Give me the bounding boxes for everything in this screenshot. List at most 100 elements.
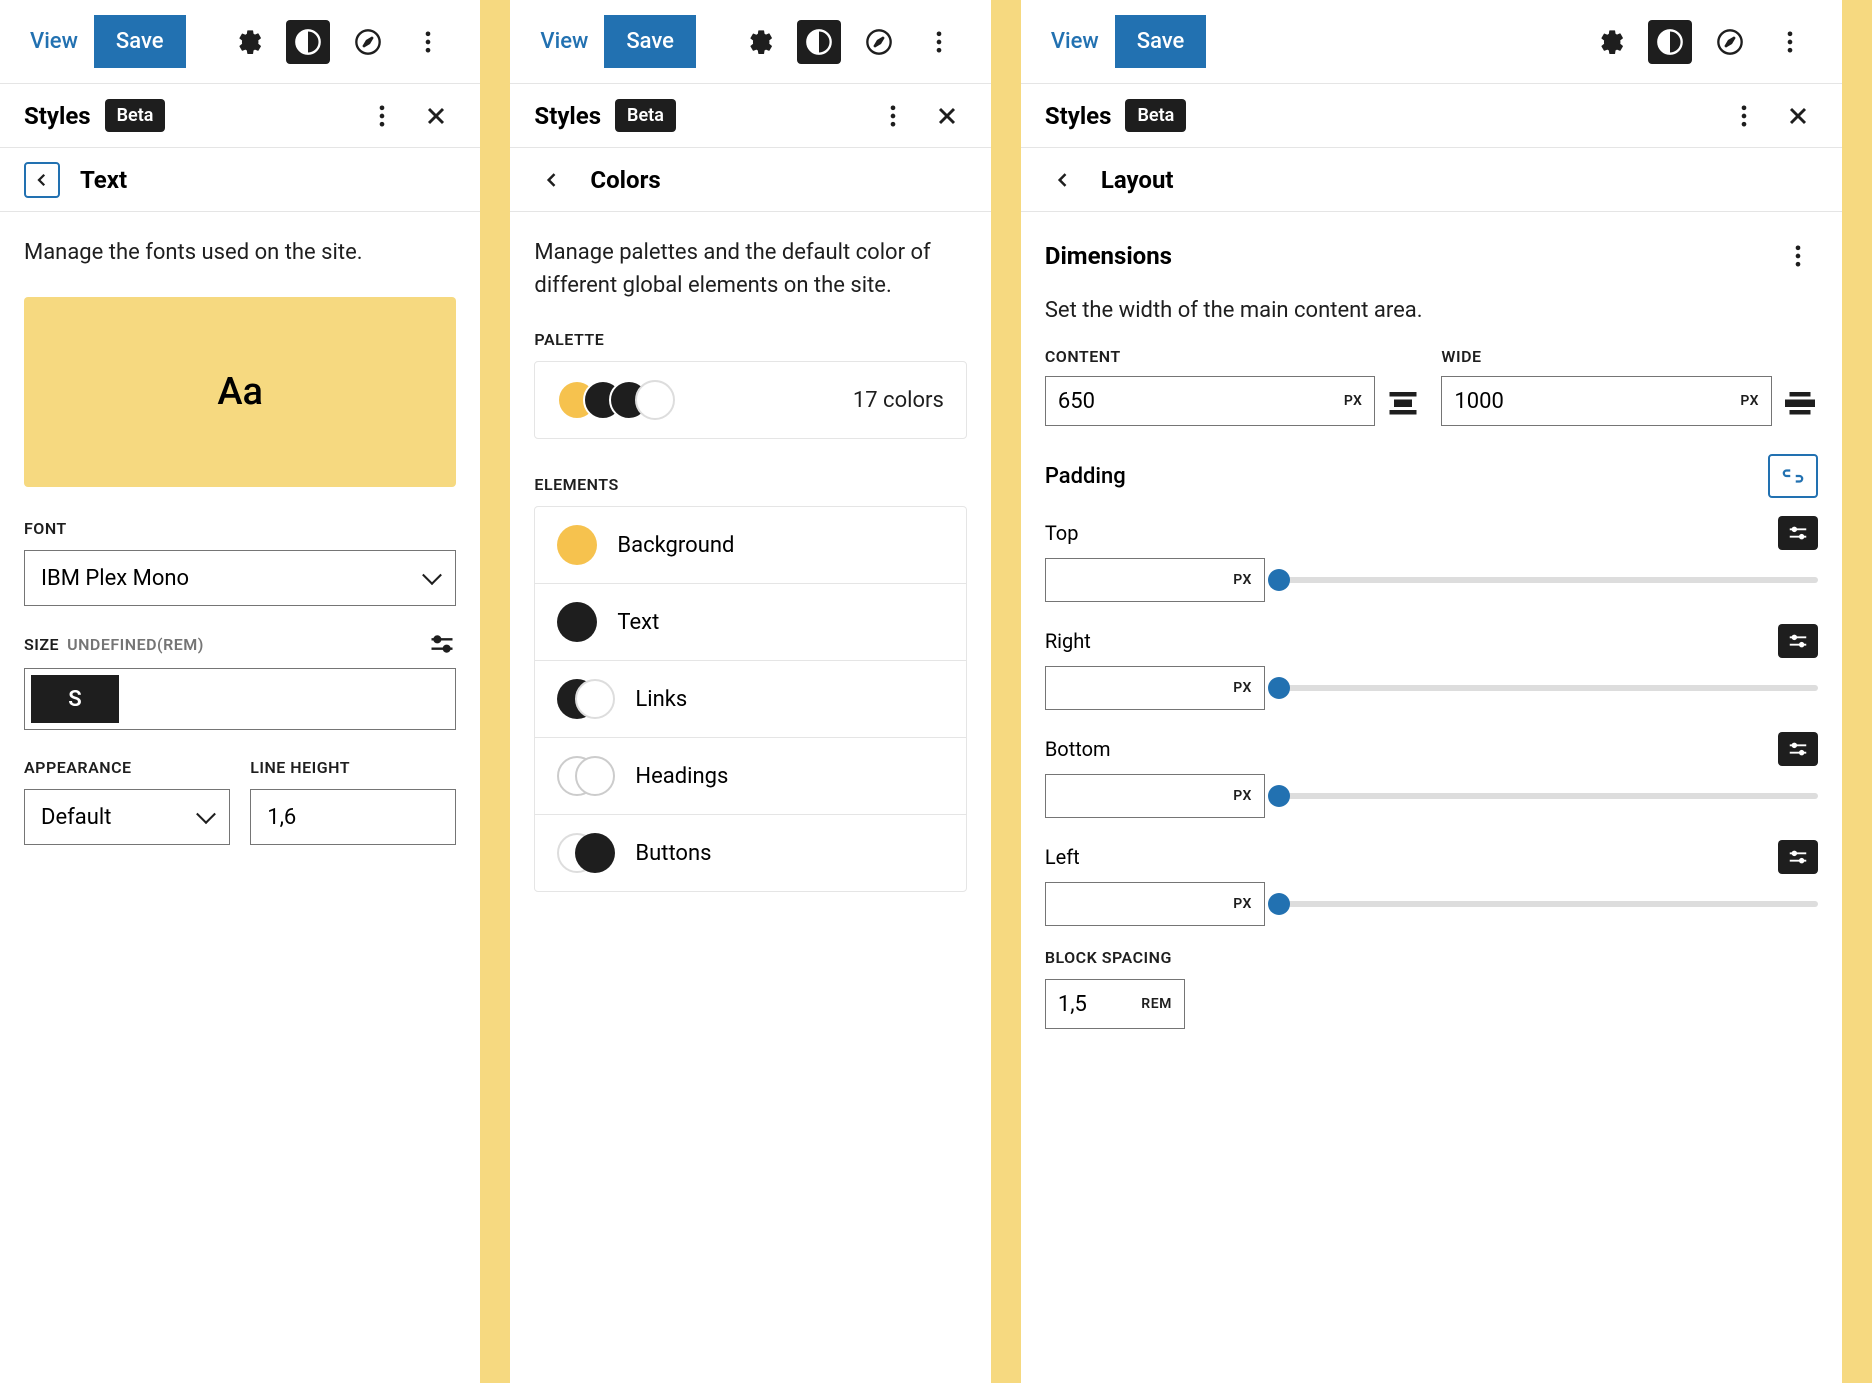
content-width-icon[interactable]: [1385, 383, 1421, 419]
element-label: Buttons: [635, 841, 711, 866]
nav-title: Colors: [590, 166, 660, 194]
view-link[interactable]: View: [1051, 29, 1099, 54]
more-icon[interactable]: [406, 20, 450, 64]
font-label: FONT: [24, 519, 456, 538]
panel-nav: Colors: [510, 148, 990, 212]
save-button[interactable]: Save: [94, 15, 186, 68]
element-links[interactable]: Links: [535, 661, 965, 738]
pad-bottom-slider[interactable]: [1279, 793, 1818, 799]
view-link[interactable]: View: [30, 29, 78, 54]
view-link[interactable]: View: [540, 29, 588, 54]
pad-bottom-input[interactable]: PX: [1045, 774, 1265, 818]
panel-text: View Save Styles Beta Text Manage the fo…: [0, 0, 480, 1383]
size-section: SIZE UNDEFINED(REM): [24, 630, 456, 658]
styles-icon[interactable]: [1648, 20, 1692, 64]
close-icon[interactable]: [927, 96, 967, 136]
dimensions-more-icon[interactable]: [1778, 236, 1818, 276]
panel-layout: View Save Styles Beta Layout Dimensions …: [1021, 0, 1842, 1383]
panel-body: Manage the fonts used on the site. Aa FO…: [0, 212, 480, 1383]
line-height-label: LINE HEIGHT: [250, 758, 456, 777]
block-spacing-label: BLOCK SPACING: [1045, 948, 1818, 967]
more-icon[interactable]: [917, 20, 961, 64]
wide-width-icon[interactable]: [1782, 383, 1818, 419]
color-swatch-icon: [557, 602, 597, 642]
back-button[interactable]: [1045, 162, 1081, 198]
font-select[interactable]: IBM Plex Mono: [24, 550, 456, 606]
panel-more-icon[interactable]: [873, 96, 913, 136]
pad-left-slider[interactable]: [1279, 901, 1818, 907]
element-buttons[interactable]: Buttons: [535, 815, 965, 891]
swatch: [635, 380, 675, 420]
save-button[interactable]: Save: [1115, 15, 1207, 68]
toolbar: View Save: [0, 0, 480, 84]
close-icon[interactable]: [1778, 96, 1818, 136]
panel-more-icon[interactable]: [1724, 96, 1764, 136]
content-input[interactable]: PX: [1045, 376, 1376, 426]
panel-header: Styles Beta: [510, 84, 990, 148]
pad-top-slider[interactable]: [1279, 577, 1818, 583]
link-sides-button[interactable]: [1768, 454, 1818, 498]
nav-title: Text: [80, 166, 127, 194]
line-height-input[interactable]: [250, 789, 456, 845]
settings-icon[interactable]: [1588, 20, 1632, 64]
panel-colors: View Save Styles Beta Colors Manage pale…: [510, 0, 990, 1383]
size-s-button[interactable]: S: [31, 675, 119, 723]
color-swatch-icon: [557, 679, 615, 719]
panel-desc: Manage palettes and the default color of…: [534, 236, 966, 302]
content-label: CONTENT: [1045, 347, 1422, 366]
sliders-icon[interactable]: [1778, 624, 1818, 658]
pad-right-label: Right: [1045, 629, 1091, 653]
size-label: SIZE: [24, 635, 59, 654]
pad-right-input[interactable]: PX: [1045, 666, 1265, 710]
compass-icon[interactable]: [857, 20, 901, 64]
palette-box[interactable]: 17 colors: [534, 361, 966, 439]
block-spacing-input[interactable]: REM: [1045, 979, 1185, 1029]
wide-label: WIDE: [1441, 347, 1818, 366]
toolbar: View Save: [510, 0, 990, 84]
styles-icon[interactable]: [286, 20, 330, 64]
color-swatch-icon: [557, 525, 597, 565]
elements-list: Background Text Links Headings: [534, 506, 966, 892]
toolbar: View Save: [1021, 0, 1842, 84]
size-unit: UNDEFINED(REM): [67, 635, 204, 654]
panel-title: Styles: [24, 102, 91, 130]
close-icon[interactable]: [416, 96, 456, 136]
pad-top-label: Top: [1045, 521, 1079, 545]
nav-title: Layout: [1101, 166, 1174, 194]
element-label: Headings: [635, 764, 728, 789]
panel-header: Styles Beta: [1021, 84, 1842, 148]
settings-icon[interactable]: [737, 20, 781, 64]
panel-title: Styles: [534, 102, 601, 130]
dimensions-desc: Set the width of the main content area.: [1045, 294, 1818, 327]
element-headings[interactable]: Headings: [535, 738, 965, 815]
sliders-icon[interactable]: [1778, 516, 1818, 550]
size-buttons: S: [24, 668, 456, 730]
wide-input[interactable]: PX: [1441, 376, 1772, 426]
pad-top-input[interactable]: PX: [1045, 558, 1265, 602]
pad-left-label: Left: [1045, 845, 1080, 869]
elements-label: ELEMENTS: [534, 475, 966, 494]
compass-icon[interactable]: [1708, 20, 1752, 64]
save-button[interactable]: Save: [604, 15, 696, 68]
compass-icon[interactable]: [346, 20, 390, 64]
back-button[interactable]: [24, 162, 60, 198]
settings-icon[interactable]: [226, 20, 270, 64]
palette-label: PALETTE: [534, 330, 966, 349]
element-text[interactable]: Text: [535, 584, 965, 661]
panel-nav: Layout: [1021, 148, 1842, 212]
back-button[interactable]: [534, 162, 570, 198]
panel-more-icon[interactable]: [362, 96, 402, 136]
element-label: Text: [617, 610, 659, 635]
sliders-icon[interactable]: [428, 630, 456, 658]
appearance-label: APPEARANCE: [24, 758, 230, 777]
beta-badge: Beta: [615, 99, 676, 132]
pad-left-input[interactable]: PX: [1045, 882, 1265, 926]
pad-right-slider[interactable]: [1279, 685, 1818, 691]
styles-icon[interactable]: [797, 20, 841, 64]
sliders-icon[interactable]: [1778, 732, 1818, 766]
appearance-select[interactable]: Default: [24, 789, 230, 845]
element-background[interactable]: Background: [535, 507, 965, 584]
sliders-icon[interactable]: [1778, 840, 1818, 874]
palette-swatches: [557, 380, 661, 420]
more-icon[interactable]: [1768, 20, 1812, 64]
